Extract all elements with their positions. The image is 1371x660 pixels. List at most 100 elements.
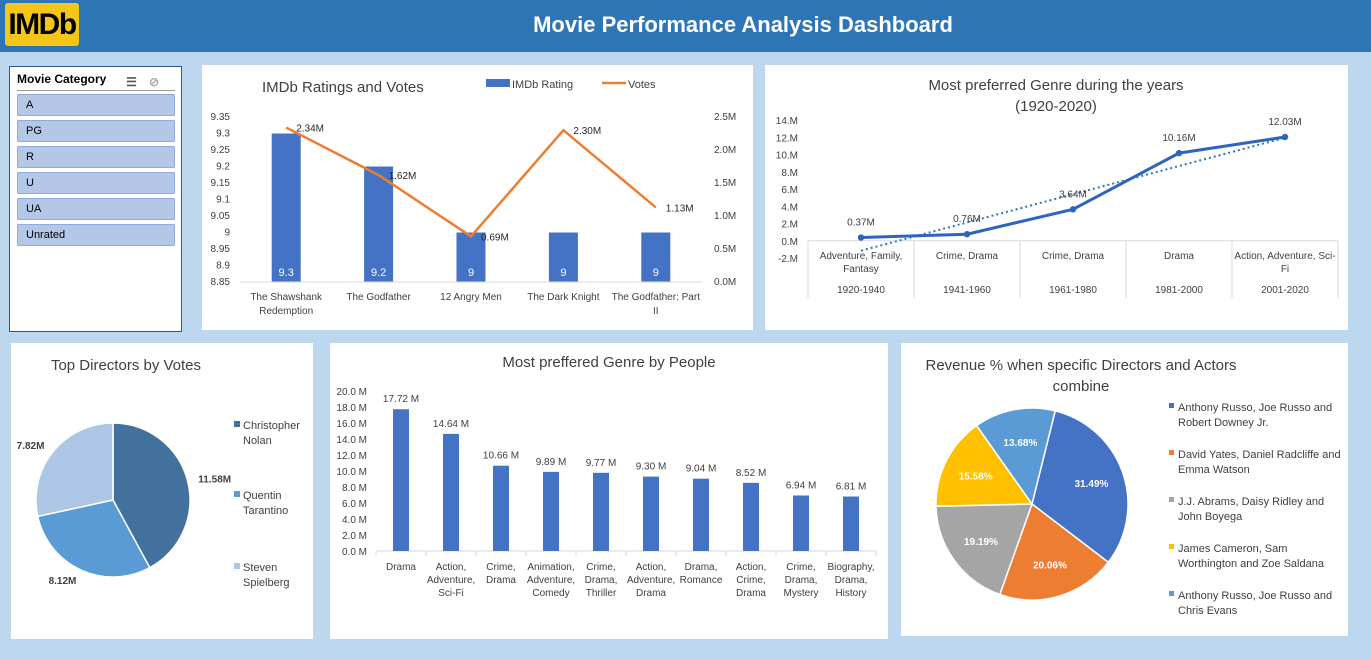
- chart-title: Most preffered Genre by People: [502, 354, 715, 371]
- genre-years-panel: Most preferred Genre during the years (19…: [765, 65, 1348, 330]
- legend-label: J.J. Abrams, Daisy Ridley and: [1178, 496, 1324, 508]
- y-tick-label: 6.0 M: [342, 499, 367, 510]
- genre-people-panel: Most preffered Genre by People 20.0 M 18.0…: [330, 343, 888, 639]
- x-tick-label: Thriller: [586, 588, 617, 599]
- genre-bar: [843, 496, 859, 551]
- genre-years-data-label: 0.76M: [953, 214, 981, 225]
- period-label: 1981-2000: [1155, 285, 1203, 296]
- legend-swatch: [234, 421, 240, 427]
- slicer-item-r[interactable]: R: [17, 146, 175, 168]
- y-tick-label: 18.0 M: [336, 403, 367, 414]
- genre-data-label: 9.04 M: [686, 464, 717, 475]
- x-tick-label: The Shawshank: [250, 292, 323, 303]
- legend-label: James Cameron, Sam: [1178, 543, 1287, 555]
- x-tick-label: Crime,: [786, 562, 815, 573]
- slicer-item-a[interactable]: A: [17, 94, 175, 116]
- x-tick-label: Drama,: [585, 575, 618, 586]
- votes-data-label: 1.13M: [666, 203, 694, 214]
- revenue-combos-chart: Revenue % when specific Directors and Ac…: [926, 357, 1341, 617]
- clear-filter-icon[interactable]: ⊘: [149, 75, 171, 89]
- genre-bar: [443, 433, 459, 551]
- x-tick-label: Drama: [386, 562, 416, 573]
- y-tick-label: 9.05: [211, 211, 231, 222]
- x-tick-label: Crime, Drama: [1042, 251, 1105, 262]
- x-tick-label: Redemption: [259, 306, 313, 317]
- pie-data-label: 15.58%: [959, 472, 993, 483]
- period-label: 2001-2020: [1261, 285, 1309, 296]
- rating-bar: [364, 166, 394, 282]
- y-tick-label: 9.2: [216, 162, 230, 173]
- legend-swatch: [1169, 497, 1174, 502]
- x-tick-label: Action, Adventure, Sci-: [1234, 251, 1335, 262]
- x-tick-label: Fi: [1281, 264, 1289, 275]
- genre-bar: [543, 471, 559, 551]
- y2-tick-label: 2.0M: [714, 145, 736, 156]
- legend-label: Emma Watson: [1178, 464, 1250, 476]
- legend-swatch: [234, 491, 240, 497]
- y-tick-label: 2.0 M: [342, 531, 367, 542]
- y-tick-label: 12.0 M: [336, 451, 367, 462]
- legend-label: Steven: [243, 562, 277, 574]
- x-tick-label: Action,: [736, 562, 767, 573]
- votes-line: [285, 126, 657, 239]
- y-tick-label: 20.0 M: [336, 387, 367, 398]
- x-tick-label: Drama,: [835, 575, 868, 586]
- movie-category-slicer: Movie Category ☰⊘ A PG R U UA Unrated: [9, 66, 182, 332]
- period-label: 1941-1960: [943, 285, 991, 296]
- genre-bar: [593, 472, 609, 551]
- x-tick-label: Biography,: [827, 562, 874, 573]
- legend-swatch: [1169, 591, 1174, 596]
- y-tick-label: 4.M: [781, 202, 798, 213]
- genre-bar: [743, 482, 759, 551]
- legend-label: Worthington and Zoe Saldana: [1178, 558, 1325, 570]
- slicer-item-pg[interactable]: PG: [17, 120, 175, 142]
- x-tick-label: The Godfather: [346, 292, 411, 303]
- ratings-votes-chart: IMDb Ratings and Votes IMDb Rating Votes 9.…: [211, 79, 736, 317]
- legend-label: Christopher: [243, 420, 300, 432]
- votes-data-label: 2.34M: [296, 124, 324, 135]
- y-tick-label: 4.0 M: [342, 515, 367, 526]
- dashboard-header: IMDb Movie Performance Analysis Dashboar…: [0, 0, 1371, 52]
- chart-title: Revenue % when specific Directors and Ac…: [926, 357, 1237, 374]
- y2-tick-label: 0.5M: [714, 244, 736, 255]
- legend-rating-swatch: [486, 79, 510, 87]
- legend-label: Robert Downey Jr.: [1178, 417, 1268, 429]
- x-tick-label: Comedy: [532, 588, 569, 599]
- pie-data-label: 31.49%: [1074, 479, 1108, 490]
- legend-swatch: [1169, 544, 1174, 549]
- y2-tick-label: 0.0M: [714, 277, 736, 288]
- slicer-item-unrated[interactable]: Unrated: [17, 224, 175, 246]
- y2-tick-label: 1.0M: [714, 211, 736, 222]
- genre-data-label: 6.81 M: [836, 482, 867, 493]
- multi-select-icon[interactable]: ☰: [126, 75, 149, 89]
- slicer-item-ua[interactable]: UA: [17, 198, 175, 220]
- legend-label: Chris Evans: [1178, 605, 1238, 617]
- revenue-combos-panel: Revenue % when specific Directors and Ac…: [901, 343, 1348, 636]
- pie-data-label: 8.12M: [49, 576, 77, 587]
- x-tick-label: The Dark Knight: [527, 292, 599, 303]
- period-label: 1961-1980: [1049, 285, 1097, 296]
- legend-label: Spielberg: [243, 577, 289, 589]
- x-tick-label: Drama: [1164, 251, 1194, 262]
- legend-label: David Yates, Daniel Radcliffe and: [1178, 449, 1341, 461]
- y-tick-label: 6.M: [781, 185, 798, 196]
- genre-data-label: 9.77 M: [586, 458, 617, 469]
- pie-data-label: 20.06%: [1033, 560, 1067, 571]
- genre-data-label: 17.72 M: [383, 394, 419, 405]
- top-directors-chart: Top Directors by Votes 11.58M 8.12M 7.82M Ch…: [17, 357, 301, 589]
- y-tick-label: 8.0 M: [342, 483, 367, 494]
- y-tick-label: 8.9: [216, 261, 230, 272]
- legend-swatch: [234, 563, 240, 569]
- legend-label: Nolan: [243, 435, 272, 447]
- x-tick-label: Crime, Drama: [936, 251, 999, 262]
- x-tick-label: Romance: [680, 575, 723, 586]
- x-tick-label: Animation,: [527, 562, 574, 573]
- y-tick-label: 14.M: [776, 116, 798, 127]
- x-tick-label: Adventure,: [527, 575, 575, 586]
- genre-data-label: 8.52 M: [736, 468, 767, 479]
- genre-people-chart: Most preffered Genre by People 20.0 M 18.0…: [336, 354, 877, 599]
- x-tick-label: Adventure,: [627, 575, 675, 586]
- y-tick-label: 0.M: [781, 237, 798, 248]
- slicer-item-u[interactable]: U: [17, 172, 175, 194]
- x-tick-label: Fantasy: [843, 264, 879, 275]
